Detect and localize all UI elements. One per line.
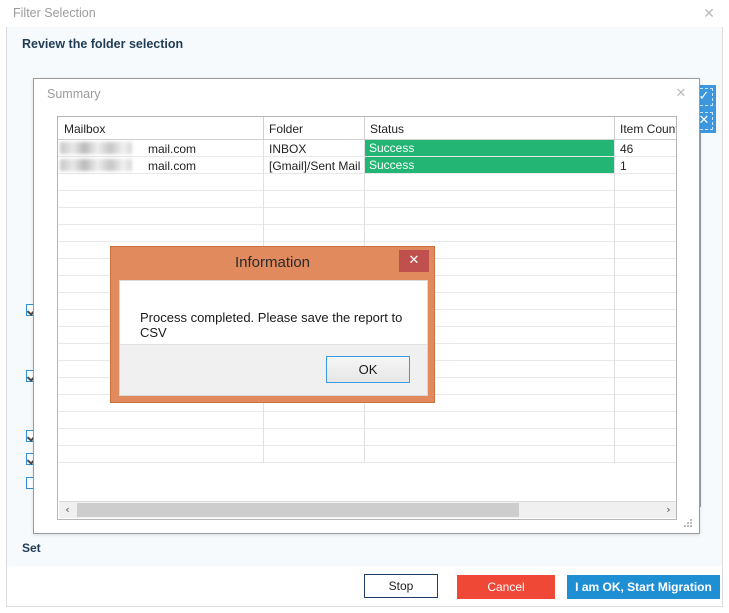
column-divider [614, 327, 615, 344]
column-divider [614, 361, 615, 378]
scrollbar-thumb[interactable] [77, 503, 519, 517]
column-header-mailbox: Mailbox [64, 122, 106, 136]
column-divider [614, 412, 615, 429]
column-divider [263, 157, 264, 174]
column-divider [263, 140, 264, 157]
column-divider [614, 378, 615, 395]
column-divider [364, 208, 365, 225]
information-body: Process completed. Please save the repor… [119, 280, 428, 396]
column-divider [364, 446, 365, 463]
table-row[interactable]: mail.com INBOX Success 46 [58, 140, 676, 157]
column-divider [614, 395, 615, 412]
table-row[interactable]: mail.com [Gmail]/Sent Mail Success 1 [58, 157, 676, 174]
redacted-mailbox [60, 159, 132, 171]
column-divider [364, 174, 365, 191]
information-dialog: Information ✕ Process completed. Please … [110, 246, 435, 403]
column-divider [263, 174, 264, 191]
table-row-empty[interactable] [58, 429, 676, 446]
column-divider [364, 225, 365, 242]
summary-grid-header: Mailbox Folder Status Item Count [58, 117, 676, 140]
filter-selection-title: Filter Selection [13, 6, 96, 20]
column-divider [263, 191, 264, 208]
cell-folder: INBOX [269, 142, 307, 156]
page-title: Review the folder selection [22, 37, 184, 51]
column-divider [614, 174, 615, 191]
table-row-empty[interactable] [58, 191, 676, 208]
table-row-empty[interactable] [58, 208, 676, 225]
column-divider [364, 412, 365, 429]
column-divider [263, 412, 264, 429]
table-row-empty[interactable] [58, 412, 676, 429]
scroll-left-icon[interactable]: ‹ [59, 502, 76, 518]
information-titlebar: Information ✕ [111, 247, 434, 280]
summary-titlebar: Summary ✕ [34, 79, 699, 109]
close-icon[interactable]: ✕ [399, 250, 429, 272]
column-divider [614, 276, 615, 293]
cell-item-count: 46 [620, 142, 634, 156]
column-divider [614, 429, 615, 446]
table-row-empty[interactable] [58, 174, 676, 191]
column-divider [364, 157, 365, 174]
table-row-empty[interactable] [58, 446, 676, 463]
column-header-folder: Folder [269, 122, 304, 136]
column-divider [364, 191, 365, 208]
information-title: Information [234, 254, 311, 271]
column-divider [263, 429, 264, 446]
horizontal-scrollbar[interactable]: ‹ › [59, 501, 676, 518]
cancel-button[interactable]: Cancel [457, 575, 555, 599]
column-divider [263, 225, 264, 242]
column-divider [364, 117, 365, 140]
cell-folder: [Gmail]/Sent Mail [269, 159, 361, 173]
column-divider [614, 140, 615, 157]
ok-button[interactable]: OK [326, 356, 410, 383]
status-badge: Success [365, 140, 614, 156]
column-divider [614, 225, 615, 242]
column-divider [263, 446, 264, 463]
close-icon[interactable]: ✕ [699, 5, 719, 23]
column-divider [614, 117, 615, 140]
column-divider [614, 157, 615, 174]
column-divider [614, 344, 615, 361]
column-divider [614, 446, 615, 463]
column-header-status: Status [370, 122, 405, 136]
column-divider [614, 310, 615, 327]
status-badge: Success [365, 157, 614, 173]
cell-mailbox: mail.com [148, 142, 197, 156]
column-divider [614, 191, 615, 208]
stop-button[interactable]: Stop [364, 574, 438, 598]
start-migration-button[interactable]: I am OK, Start Migration [567, 575, 720, 599]
settings-label: Set [22, 541, 41, 555]
column-divider [263, 208, 264, 225]
column-divider [614, 293, 615, 310]
filter-selection-titlebar: Filter Selection ✕ [0, 0, 729, 27]
column-divider [614, 242, 615, 259]
column-divider [263, 117, 264, 140]
redacted-mailbox [60, 142, 132, 154]
column-divider [614, 208, 615, 225]
column-divider [364, 140, 365, 157]
column-divider [364, 429, 365, 446]
resize-grip-icon[interactable] [684, 519, 694, 529]
cell-item-count: 1 [620, 159, 627, 173]
table-row-empty[interactable] [58, 225, 676, 242]
information-message: Process completed. Please save the repor… [140, 310, 403, 340]
summary-title: Summary [47, 87, 101, 101]
scroll-right-icon[interactable]: › [660, 502, 676, 518]
column-divider [614, 259, 615, 276]
close-icon[interactable]: ✕ [672, 86, 690, 102]
cell-mailbox: mail.com [148, 159, 197, 173]
information-footer: OK [120, 344, 427, 395]
column-header-item-count: Item Count [620, 122, 677, 136]
